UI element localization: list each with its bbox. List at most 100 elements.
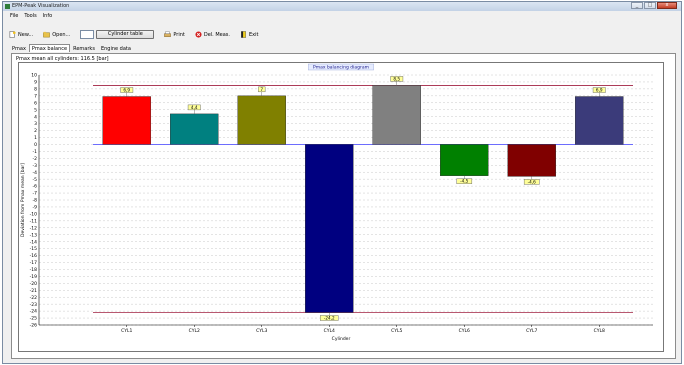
bar-cyl8	[575, 96, 624, 145]
close-button[interactable]: x	[657, 2, 677, 9]
y-tick-label: -3	[33, 163, 38, 169]
bar-cyl6	[440, 144, 489, 176]
x-tick-label: CYL4	[324, 328, 335, 334]
open-folder-icon	[43, 31, 50, 38]
bar-cyl2	[170, 113, 219, 145]
tab-pmax-balance[interactable]: Pmax balance	[28, 44, 71, 52]
y-tick-label: -7	[33, 191, 38, 197]
y-tick-label: -17	[30, 260, 37, 266]
tab-strip: Pmax Pmax balance Remarks Engine data	[9, 44, 134, 52]
data-label: -4,5	[460, 179, 469, 184]
y-tick-label: -8	[33, 198, 38, 204]
data-label: -4,6	[528, 179, 537, 184]
y-tick-label: -4	[33, 170, 38, 176]
open-label: Open...	[52, 31, 71, 38]
y-tick-label: -22	[30, 295, 37, 301]
exit-door-icon	[241, 31, 246, 38]
y-axis-title: Deviation from Pmax mean [bar]	[20, 163, 26, 237]
tab-pmax[interactable]: Pmax	[9, 44, 29, 52]
y-tick-label: 2	[34, 128, 37, 134]
x-axis-title: Cylinder	[332, 336, 351, 342]
y-tick-label: -10	[30, 211, 37, 217]
new-button[interactable]: New...	[9, 31, 33, 38]
y-tick-label: -26	[30, 323, 37, 329]
y-tick-label: -2	[33, 156, 38, 162]
delete-icon	[195, 31, 202, 38]
minimize-button[interactable]: _	[631, 2, 643, 9]
delete-measurement-label: Del. Meas.	[203, 31, 231, 38]
delete-measurement-button[interactable]: Del. Meas.	[195, 31, 230, 38]
y-tick-label: 6	[34, 100, 37, 106]
y-tick-label: 4	[34, 114, 37, 120]
new-file-icon	[9, 31, 16, 38]
x-tick-label: CYL1	[121, 328, 132, 334]
y-tick-label: -21	[30, 288, 37, 294]
menu-bar: File Tools Info	[3, 13, 681, 20]
x-tick-label: CYL8	[594, 328, 605, 334]
x-tick-label: CYL3	[256, 328, 267, 334]
y-tick-label: -25	[30, 316, 37, 322]
y-tick-label: -16	[30, 253, 37, 259]
menu-tools[interactable]: Tools	[24, 13, 36, 20]
bar-cyl3	[237, 95, 286, 145]
y-tick-label: 1	[34, 135, 37, 141]
y-tick-label: -24	[30, 309, 37, 315]
y-tick-label: -19	[30, 274, 37, 280]
pmax-balance-chart: 109876543210-1-2-3-4-5-6-7-8-9-10-11-12-…	[20, 63, 653, 342]
y-tick-label: -11	[30, 218, 37, 224]
window-title: EPM-Peak Visualization	[12, 3, 70, 9]
x-tick-label: CYL2	[189, 328, 200, 334]
x-tick-label: CYL7	[526, 328, 537, 334]
maximize-button[interactable]: □	[644, 2, 656, 9]
data-label: 8,5	[393, 76, 400, 81]
bar-cyl7	[507, 144, 556, 177]
tab-remarks[interactable]: Remarks	[70, 44, 98, 52]
y-tick-label: 5	[34, 107, 37, 113]
data-label: -24,2	[324, 316, 335, 321]
menu-info[interactable]: Info	[43, 13, 52, 20]
exit-label: Exit	[249, 31, 259, 38]
y-tick-label: -9	[33, 205, 38, 211]
title-bar[interactable]: EPM-Peak Visualization _ □ x	[3, 2, 681, 11]
bar-cyl5	[372, 85, 421, 145]
y-tick-label: -23	[30, 302, 37, 308]
y-tick-label: -13	[30, 232, 37, 238]
y-tick-label: 10	[31, 73, 37, 79]
bar-cyl1	[102, 96, 151, 145]
y-tick-label: -18	[30, 267, 37, 273]
y-tick-label: -20	[30, 281, 37, 287]
bar-cyl4	[305, 144, 354, 313]
app-icon	[5, 4, 10, 9]
app-window: EPM-Peak Visualization _ □ x File Tools …	[2, 1, 682, 364]
y-tick-label: -1	[33, 149, 38, 155]
menu-file[interactable]: File	[10, 13, 18, 20]
balance-chart-frame: 10 9 8 7 6 5 4 3 2 1 0 -1 -2 -3 -4 -5 -6 -7 -8 -9 -10 -11 -12-…	[18, 62, 664, 352]
data-label: 4,4	[191, 105, 198, 110]
y-tick-label: -5	[33, 177, 38, 183]
y-tick-label: 3	[34, 121, 37, 127]
exit-button[interactable]: Exit	[240, 31, 258, 38]
open-button[interactable]: Open...	[43, 31, 70, 38]
toolbar: New... Open... Cylinder table Print Del.…	[9, 29, 681, 40]
x-tick-label: CYL5	[391, 328, 402, 334]
pmax-balance-panel: Pmax mean all cylinders: 116.5 [bar] 10 9…	[11, 53, 676, 359]
y-tick-label: -12	[30, 225, 37, 231]
data-label: 6,9	[123, 88, 130, 93]
y-tick-label: 9	[34, 80, 37, 86]
chart-title: Pmax balancing diagram	[313, 65, 369, 71]
window-controls: _ □ x	[631, 2, 677, 10]
y-tick-label: 7	[34, 93, 37, 99]
y-tick-label: 8	[34, 86, 37, 92]
new-label: New...	[18, 31, 34, 38]
print-button[interactable]: Print	[164, 31, 185, 38]
data-label: 6,9	[596, 88, 603, 93]
y-tick-label: -15	[30, 246, 37, 252]
x-tick-label: CYL6	[459, 328, 470, 334]
cylinder-selector[interactable]	[80, 30, 95, 39]
y-tick-label: -6	[33, 184, 38, 190]
data-label: 7	[260, 87, 263, 92]
printer-icon	[164, 31, 172, 37]
tab-engine-data[interactable]: Engine data	[98, 44, 134, 52]
y-tick-label: 0	[34, 142, 37, 148]
cylinder-table-button[interactable]: Cylinder table	[96, 30, 155, 39]
